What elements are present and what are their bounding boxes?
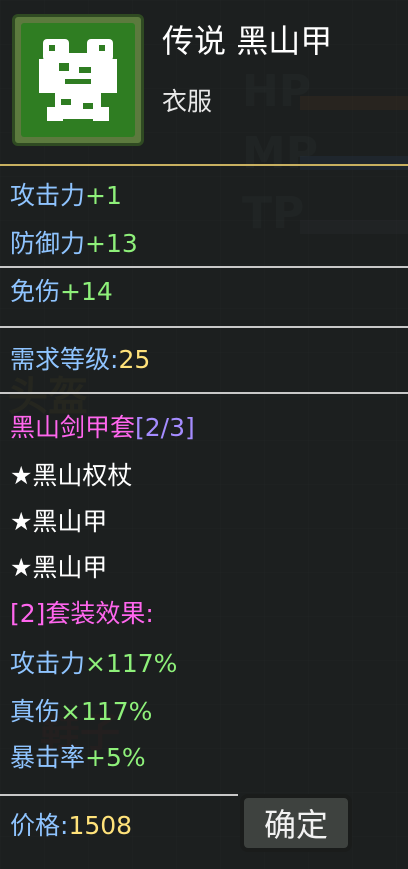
armor-icon [39,39,117,121]
stats-divider [0,266,408,268]
stat-label: 免伤 [10,277,61,306]
confirm-button[interactable]: 确定 [240,794,352,852]
set-progress: [2/3] [135,413,195,442]
requirement-divider [0,392,408,394]
set-effect: 真伤×117% [10,696,152,728]
stat-value: +13 [85,229,138,258]
price-label: 价格: [10,811,69,840]
level-requirement: 需求等级:25 [10,344,150,376]
effects-divider [0,794,238,796]
item-type: 衣服 [162,87,213,116]
set-piece: ★黑山甲 [10,553,108,582]
set-effect: 攻击力×117% [10,648,177,680]
stat-damage-reduction: 免伤+14 [10,276,113,308]
price: 价格:1508 [10,810,132,842]
stat-attack: 攻击力+1 [10,180,122,212]
set-effect: 暴击率+5% [10,742,146,774]
item-icon-frame [12,14,144,146]
set-piece: ★黑山甲 [10,507,108,536]
stat-value: +1 [85,181,122,210]
effect-label: 暴击率 [10,743,86,772]
effect-label: 攻击力 [10,649,86,678]
requirement-label: 需求等级: [10,345,119,374]
effect-value: ×117% [60,697,153,726]
effect-value: +5% [85,743,146,772]
bonus-divider [0,326,408,328]
set-header: 黑山剑甲套[2/3] [10,412,195,444]
effect-label: 真伤 [10,697,61,726]
set-piece: ★黑山权杖 [10,461,133,490]
set-effect-title: [2]套装效果: [10,599,154,628]
item-name: 黑山甲 [236,22,333,60]
stat-value: +14 [60,277,113,306]
requirement-value: 25 [118,345,151,374]
header-divider [0,164,408,166]
item-rarity: 传说 [162,22,227,60]
stat-label: 防御力 [10,229,86,258]
stat-label: 攻击力 [10,181,86,210]
effect-value: ×117% [85,649,178,678]
stat-defense: 防御力+13 [10,228,138,260]
item-tooltip: 传说 黑山甲 衣服 攻击力+1 防御力+13 免伤+14 需求等级:25 黑山剑… [0,0,408,869]
set-name: 黑山剑甲套 [10,413,136,442]
item-title: 传说 黑山甲 [162,16,332,62]
price-value: 1508 [68,811,133,840]
